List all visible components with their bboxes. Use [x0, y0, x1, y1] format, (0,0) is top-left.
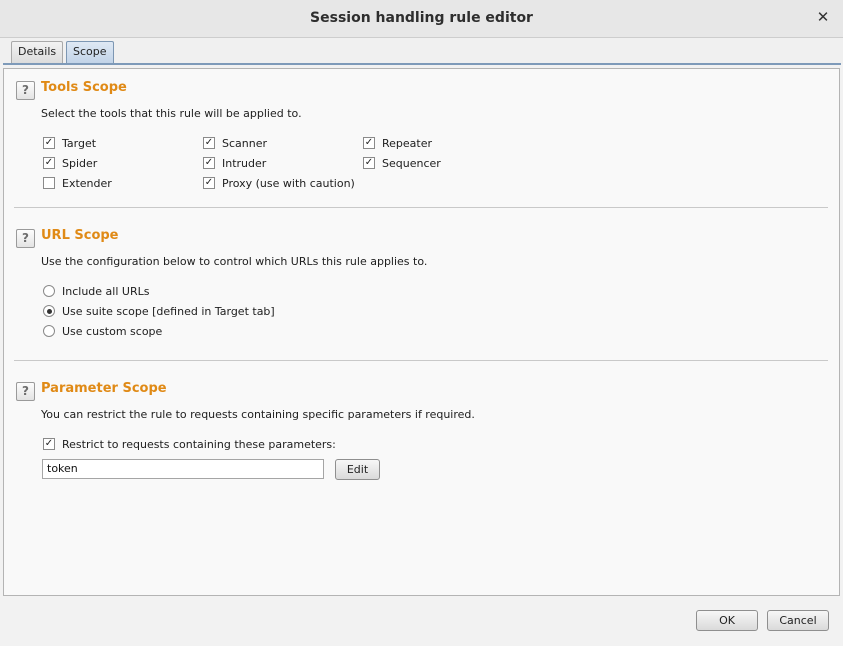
checkbox-label: Extender [62, 176, 112, 190]
url-scope-description: Use the configuration below to control w… [41, 255, 428, 268]
section-divider [14, 207, 828, 208]
tool-target-checkbox[interactable]: ✓ Target [43, 135, 96, 151]
checkbox-box[interactable]: ✓ [43, 137, 55, 149]
tools-scope-help-icon[interactable]: ? [16, 81, 35, 100]
tab-details[interactable]: Details [11, 41, 64, 63]
checkbox-label: Intruder [222, 156, 267, 170]
checkbox-box[interactable]: ✓ [43, 438, 55, 450]
tool-scanner-checkbox[interactable]: ✓ Scanner [203, 135, 267, 151]
parameter-scope-description: You can restrict the rule to requests co… [41, 408, 475, 421]
checkbox-box[interactable]: ✓ [43, 157, 55, 169]
tools-scope-title: Tools Scope [41, 80, 127, 95]
close-icon[interactable]: ✕ [815, 9, 831, 25]
checkbox-label: Spider [62, 156, 98, 170]
checkbox-label: Scanner [222, 136, 268, 150]
checkbox-box[interactable] [43, 177, 55, 189]
checkbox-box[interactable]: ✓ [363, 157, 375, 169]
checkbox-box[interactable]: ✓ [203, 137, 215, 149]
url-scope-help-icon[interactable]: ? [16, 229, 35, 248]
url-scope-title: URL Scope [41, 228, 119, 243]
radio-label: Use suite scope [defined in Target tab] [62, 304, 275, 318]
tool-sequencer-checkbox[interactable]: ✓ Sequencer [363, 155, 441, 171]
restrict-parameters-checkbox[interactable]: ✓ Restrict to requests containing these … [43, 436, 336, 452]
tool-intruder-checkbox[interactable]: ✓ Intruder [203, 155, 266, 171]
parameter-scope-title: Parameter Scope [41, 381, 167, 396]
tool-repeater-checkbox[interactable]: ✓ Repeater [363, 135, 432, 151]
radio-use-custom-scope[interactable]: Use custom scope [43, 323, 162, 339]
checkbox-box[interactable]: ✓ [203, 177, 215, 189]
radio-circle[interactable] [43, 325, 55, 337]
tab-scope[interactable]: Scope [66, 41, 114, 63]
tool-extender-checkbox[interactable]: Extender [43, 175, 112, 191]
window-title: Session handling rule editor [310, 10, 533, 26]
tab-bar: Details Scope [0, 38, 843, 64]
radio-circle[interactable] [43, 305, 55, 317]
radio-label: Use custom scope [62, 324, 163, 338]
parameter-scope-help-icon[interactable]: ? [16, 382, 35, 401]
checkbox-label: Target [62, 136, 97, 150]
ok-button[interactable]: OK [696, 610, 758, 631]
checkbox-box[interactable]: ✓ [363, 137, 375, 149]
checkbox-label: Repeater [382, 136, 433, 150]
radio-label: Include all URLs [62, 284, 150, 298]
edit-button[interactable]: Edit [335, 459, 380, 480]
checkbox-label: Restrict to requests containing these pa… [62, 437, 336, 451]
checkbox-label: Sequencer [382, 156, 441, 170]
radio-circle[interactable] [43, 285, 55, 297]
tool-proxy-checkbox[interactable]: ✓ Proxy (use with caution) [203, 175, 355, 191]
cancel-button[interactable]: Cancel [767, 610, 829, 631]
checkbox-box[interactable]: ✓ [203, 157, 215, 169]
radio-use-suite-scope[interactable]: Use suite scope [defined in Target tab] [43, 303, 275, 319]
tool-spider-checkbox[interactable]: ✓ Spider [43, 155, 97, 171]
radio-include-all-urls[interactable]: Include all URLs [43, 283, 149, 299]
tab-underline [3, 63, 841, 65]
title-bar: Session handling rule editor ✕ [0, 0, 843, 38]
radio-selected-dot [46, 308, 52, 314]
parameters-field[interactable]: token [42, 459, 324, 479]
tools-scope-description: Select the tools that this rule will be … [41, 107, 302, 120]
section-divider [14, 360, 828, 361]
checkbox-label: Proxy (use with caution) [222, 176, 355, 190]
